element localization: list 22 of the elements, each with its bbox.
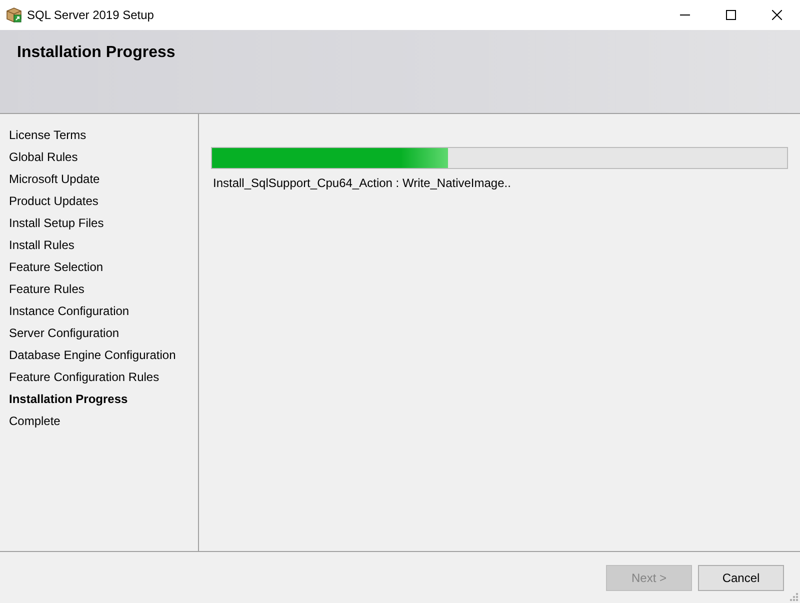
step-item: Installation Progress	[9, 391, 128, 408]
step-item: Feature Configuration Rules	[9, 369, 160, 386]
step-item: Feature Rules	[9, 281, 84, 298]
resize-grip-icon[interactable]	[790, 593, 798, 601]
step-item: Install Rules	[9, 237, 74, 254]
progress-status: Install_SqlSupport_Cpu64_Action : Write_NativeImage..	[213, 175, 511, 191]
step-item: Install Setup Files	[9, 215, 104, 232]
step-item: Server Configuration	[9, 325, 120, 342]
page-heading: Installation Progress	[17, 43, 176, 63]
step-item: Database Engine Configuration	[9, 347, 176, 364]
step-item: Microsoft Update	[9, 171, 100, 188]
package-icon	[6, 7, 22, 23]
close-icon[interactable]	[772, 10, 782, 20]
step-item: Global Rules	[9, 149, 78, 166]
step-item: Instance Configuration	[9, 303, 130, 320]
maximize-icon[interactable]	[726, 10, 736, 20]
step-item: Complete	[9, 413, 60, 430]
window-title: SQL Server 2019 Setup	[27, 7, 154, 24]
step-item: Feature Selection	[9, 259, 104, 276]
cancel-button[interactable]: Cancel	[698, 565, 784, 591]
step-item: Product Updates	[9, 193, 98, 210]
step-item: License Terms	[9, 127, 86, 144]
